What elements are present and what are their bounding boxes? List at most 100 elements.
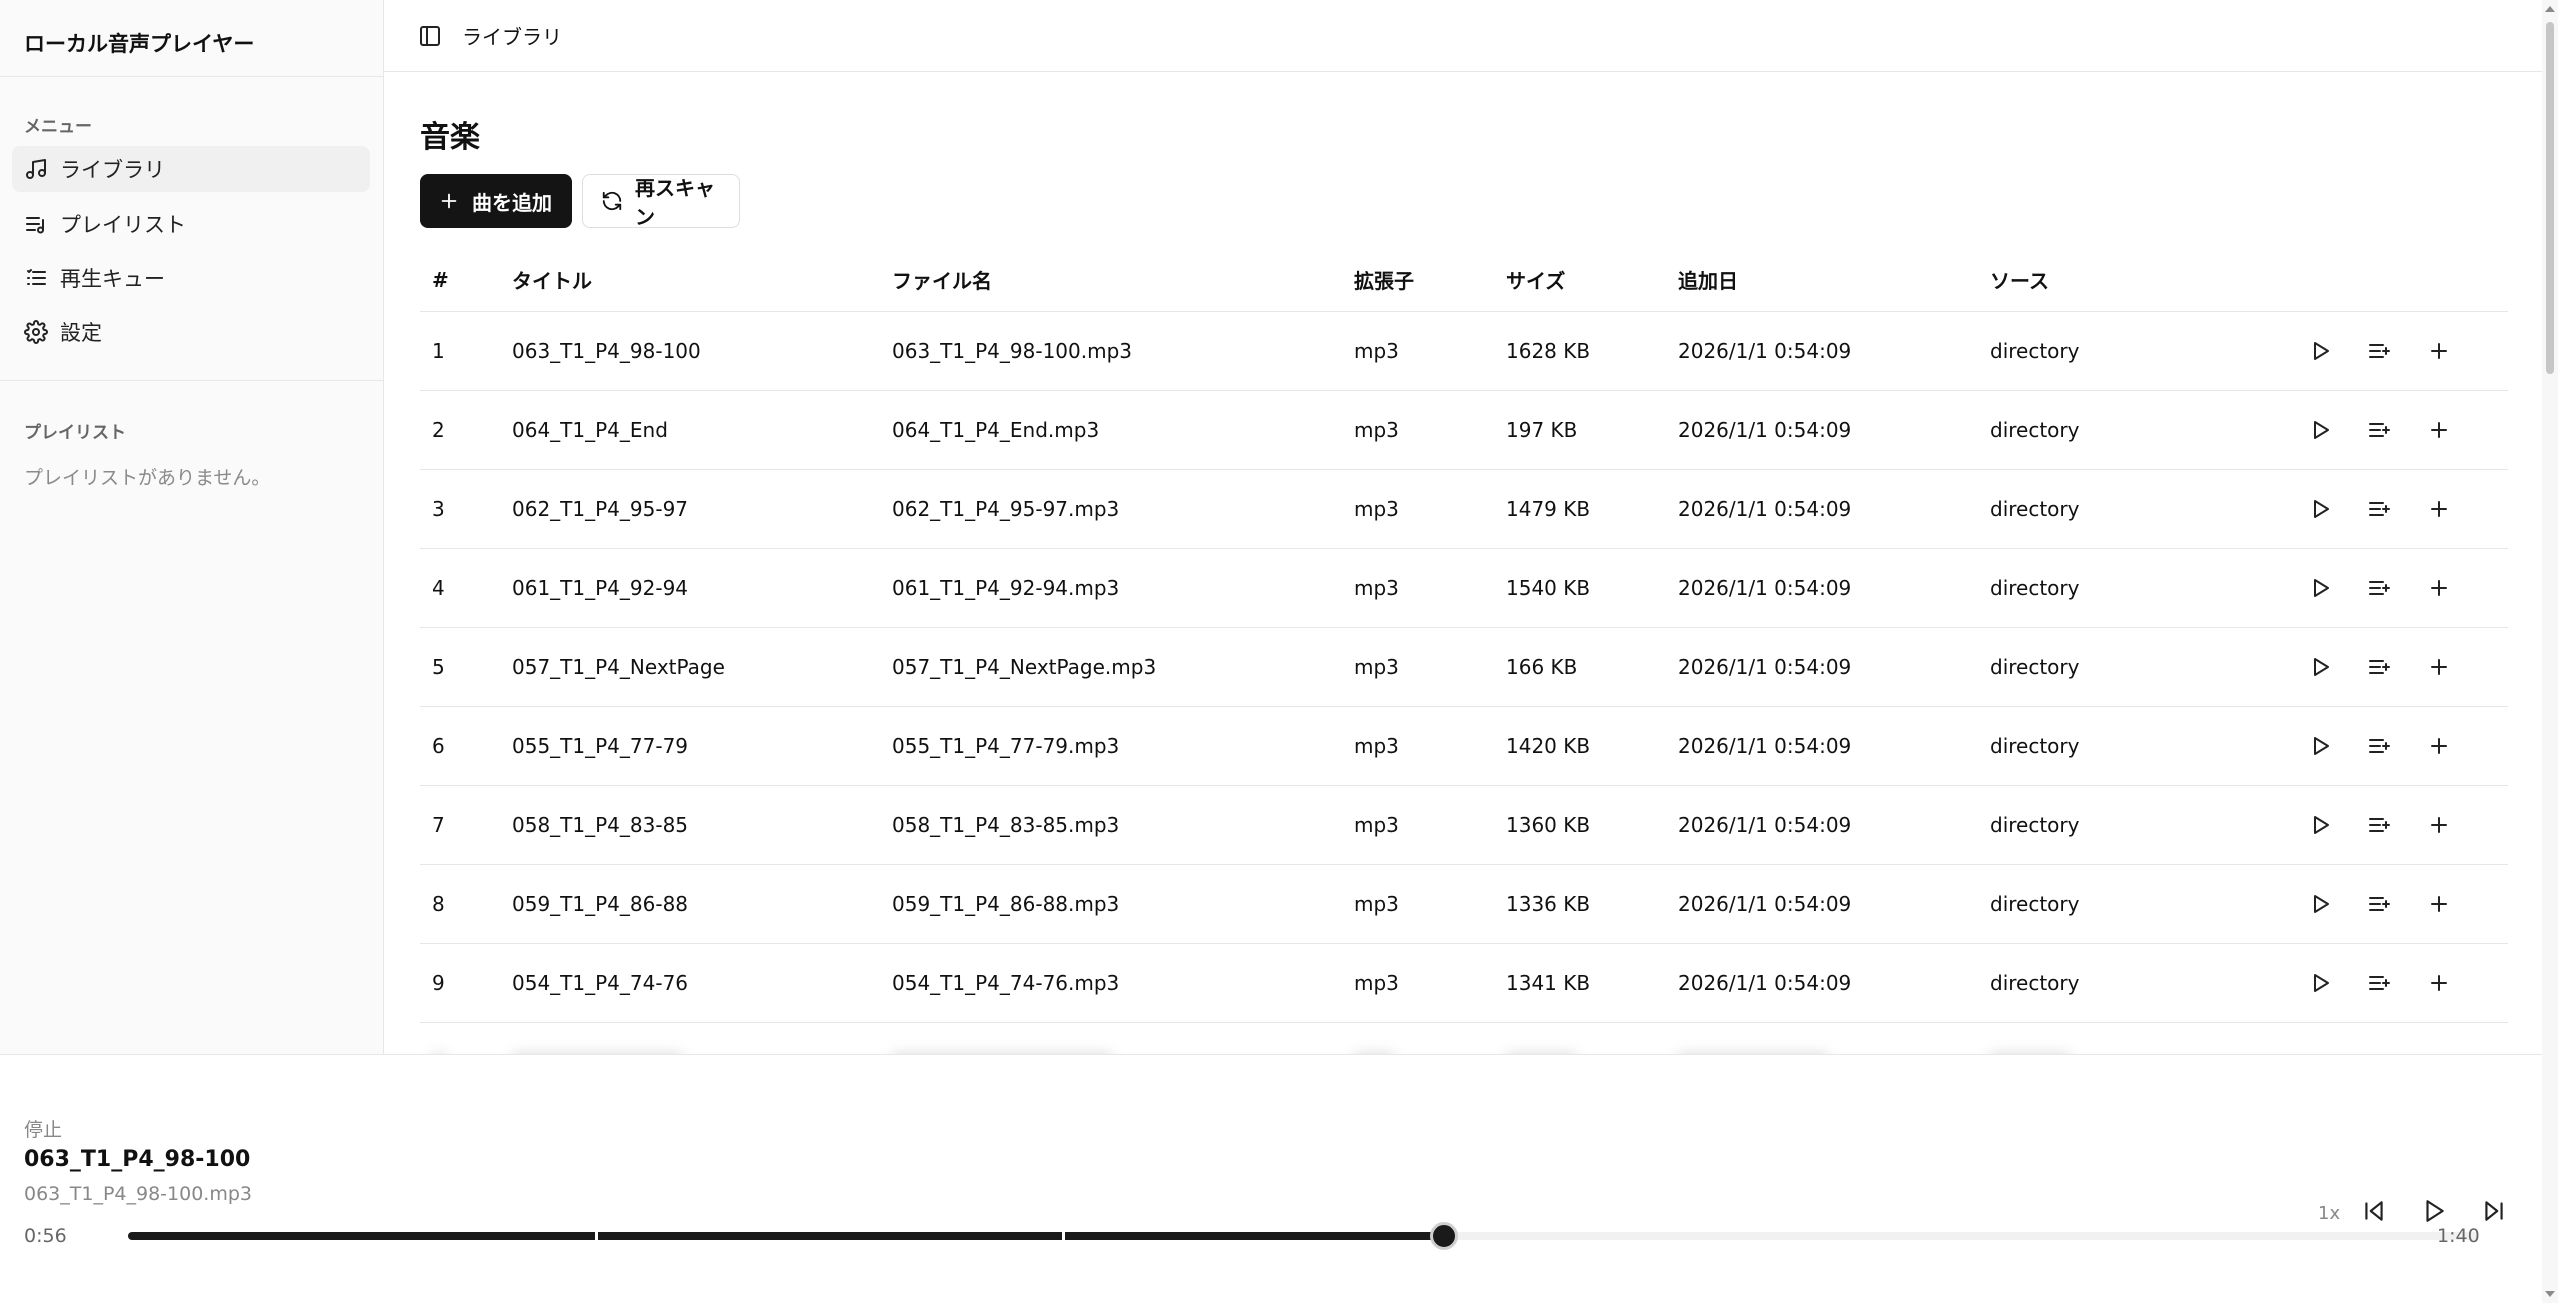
table-row[interactable]: 7 058_T1_P4_83-85 058_T1_P4_83-85.mp3 mp3 13… (420, 786, 2508, 865)
progress-fill (128, 1232, 1444, 1240)
row-extension: mp3 (1354, 971, 1399, 995)
row-title: 059_T1_P4_86-88 (512, 892, 689, 916)
table-row[interactable]: 6 055_T1_P4_77-79 055_T1_P4_77-79.mp3 mp3 14… (420, 707, 2508, 786)
row-add-to-queue-button[interactable] (2365, 865, 2393, 943)
progress-thumb[interactable] (1430, 1222, 1458, 1250)
scroll-up-arrow[interactable] (2545, 6, 2555, 12)
row-date-added: 2026/1/1 0:54:09 (1678, 497, 1852, 521)
play-icon (2308, 734, 2332, 758)
previous-button[interactable] (2358, 1195, 2390, 1227)
row-size: 1479 KB (1506, 497, 1591, 521)
add-to-queue-icon (2367, 655, 2391, 679)
row-add-to-queue-button[interactable] (2365, 391, 2393, 469)
column-header-source: ソース (1990, 269, 2049, 293)
table-row[interactable]: 1 063_T1_P4_98-100 063_T1_P4_98-100.mp3 mp3… (420, 312, 2508, 391)
row-add-to-queue-button[interactable] (2365, 312, 2393, 390)
row-source: directory (1990, 497, 2080, 521)
gear-icon (24, 320, 48, 344)
row-add-to-queue-button[interactable] (2365, 786, 2393, 864)
row-add-to-queue-button[interactable] (2365, 628, 2393, 706)
row-play-button[interactable] (2306, 786, 2334, 864)
row-add-to-playlist-button[interactable] (2425, 312, 2453, 390)
row-source: directory (1990, 813, 2080, 837)
scroll-down-arrow[interactable] (2545, 1291, 2555, 1297)
row-add-to-playlist-button[interactable] (2425, 628, 2453, 706)
row-play-button[interactable] (2306, 865, 2334, 943)
row-title: 061_T1_P4_92-94 (512, 576, 689, 600)
table-row[interactable]: 3 062_T1_P4_95-97 062_T1_P4_95-97.mp3 mp3 14… (420, 470, 2508, 549)
progress-slider[interactable] (128, 1222, 2478, 1250)
row-play-button[interactable] (2306, 707, 2334, 785)
row-extension: mp3 (1354, 655, 1399, 679)
row-add-to-queue-button[interactable] (2365, 470, 2393, 548)
row-add-to-playlist-button[interactable] (2425, 391, 2453, 469)
row-add-to-queue-button[interactable] (2365, 944, 2393, 1022)
table-row-obscured (420, 1023, 2508, 1054)
songs-table: # タイトル ファイル名 拡張子 サイズ 追加日 ソース 1 063_T1_P4_… (420, 248, 2508, 1054)
row-add-to-playlist-button[interactable] (2425, 707, 2453, 785)
row-add-to-playlist-button[interactable] (2425, 944, 2453, 1022)
table-row[interactable]: 9 054_T1_P4_74-76 054_T1_P4_74-76.mp3 mp3 13… (420, 944, 2508, 1023)
row-play-button[interactable] (2306, 391, 2334, 469)
table-row[interactable]: 5 057_T1_P4_NextPage 057_T1_P4_NextPage.mp… (420, 628, 2508, 707)
column-header-size: サイズ (1506, 269, 1566, 293)
play-icon (2308, 892, 2332, 916)
playlist-heading: プレイリスト (24, 423, 126, 443)
row-add-to-queue-button[interactable] (2365, 549, 2393, 627)
row-source: directory (1990, 655, 2080, 679)
table-row[interactable]: 2 064_T1_P4_End 064_T1_P4_End.mp3 mp3 197 KB… (420, 391, 2508, 470)
scroll-thumb[interactable] (2546, 22, 2554, 374)
scrollbar[interactable] (2542, 0, 2558, 1303)
row-add-to-playlist-button[interactable] (2425, 786, 2453, 864)
row-filename: 058_T1_P4_83-85.mp3 (892, 813, 1120, 837)
column-header-title: タイトル (512, 269, 592, 293)
sidebar-item-playlist[interactable]: プレイリスト (12, 201, 370, 247)
play-icon (2308, 655, 2332, 679)
row-add-to-queue-button[interactable] (2365, 707, 2393, 785)
play-button[interactable] (2418, 1195, 2450, 1227)
sidebar-item-settings[interactable]: 設定 (12, 309, 370, 355)
row-size: 1336 KB (1506, 892, 1591, 916)
sidebar-toggle-icon[interactable] (418, 24, 442, 48)
plus-icon (2427, 655, 2451, 679)
row-add-to-playlist-button[interactable] (2425, 865, 2453, 943)
next-button[interactable] (2478, 1195, 2510, 1227)
table-row[interactable]: 4 061_T1_P4_92-94 061_T1_P4_92-94.mp3 mp3 15… (420, 549, 2508, 628)
sidebar-item-label: 設定 (60, 321, 102, 345)
row-play-button[interactable] (2306, 549, 2334, 627)
row-title: 058_T1_P4_83-85 (512, 813, 689, 837)
add-song-button[interactable]: 曲を追加 (420, 174, 572, 228)
player-track-file: 063_T1_P4_98-100.mp3 (24, 1183, 252, 1205)
column-header-filename: ファイル名 (892, 269, 992, 293)
row-add-to-playlist-button[interactable] (2425, 470, 2453, 548)
row-filename: 061_T1_P4_92-94.mp3 (892, 576, 1120, 600)
row-number: 5 (432, 655, 445, 679)
plus-icon (2427, 734, 2451, 758)
row-play-button[interactable] (2306, 944, 2334, 1022)
row-size: 1420 KB (1506, 734, 1591, 758)
sidebar-item-library[interactable]: ライブラリ (12, 146, 370, 192)
sidebar-divider (0, 76, 383, 77)
rescan-button[interactable]: 再スキャン (582, 174, 740, 229)
row-title: 057_T1_P4_NextPage (512, 655, 725, 679)
play-icon (2308, 418, 2332, 442)
page-title: 音楽 (420, 120, 480, 155)
skip-back-icon (2365, 1201, 2383, 1221)
play-icon (2308, 971, 2332, 995)
player-status: 停止 (24, 1119, 63, 1141)
row-add-to-playlist-button[interactable] (2425, 549, 2453, 627)
top-header: ライブラリ (384, 0, 2542, 72)
plus-icon (2427, 576, 2451, 600)
sidebar-item-queue[interactable]: 再生キュー (12, 255, 370, 301)
row-play-button[interactable] (2306, 628, 2334, 706)
list-icon (24, 266, 48, 290)
table-row[interactable]: 8 059_T1_P4_86-88 059_T1_P4_86-88.mp3 mp3 13… (420, 865, 2508, 944)
column-header-extension: 拡張子 (1354, 269, 1414, 293)
playback-speed-button[interactable]: 1x (2318, 1203, 2340, 1224)
row-play-button[interactable] (2306, 312, 2334, 390)
row-date-added: 2026/1/1 0:54:09 (1678, 813, 1852, 837)
row-date-added: 2026/1/1 0:54:09 (1678, 971, 1852, 995)
row-filename: 064_T1_P4_End.mp3 (892, 418, 1100, 442)
row-play-button[interactable] (2306, 470, 2334, 548)
row-number: 3 (432, 497, 445, 521)
